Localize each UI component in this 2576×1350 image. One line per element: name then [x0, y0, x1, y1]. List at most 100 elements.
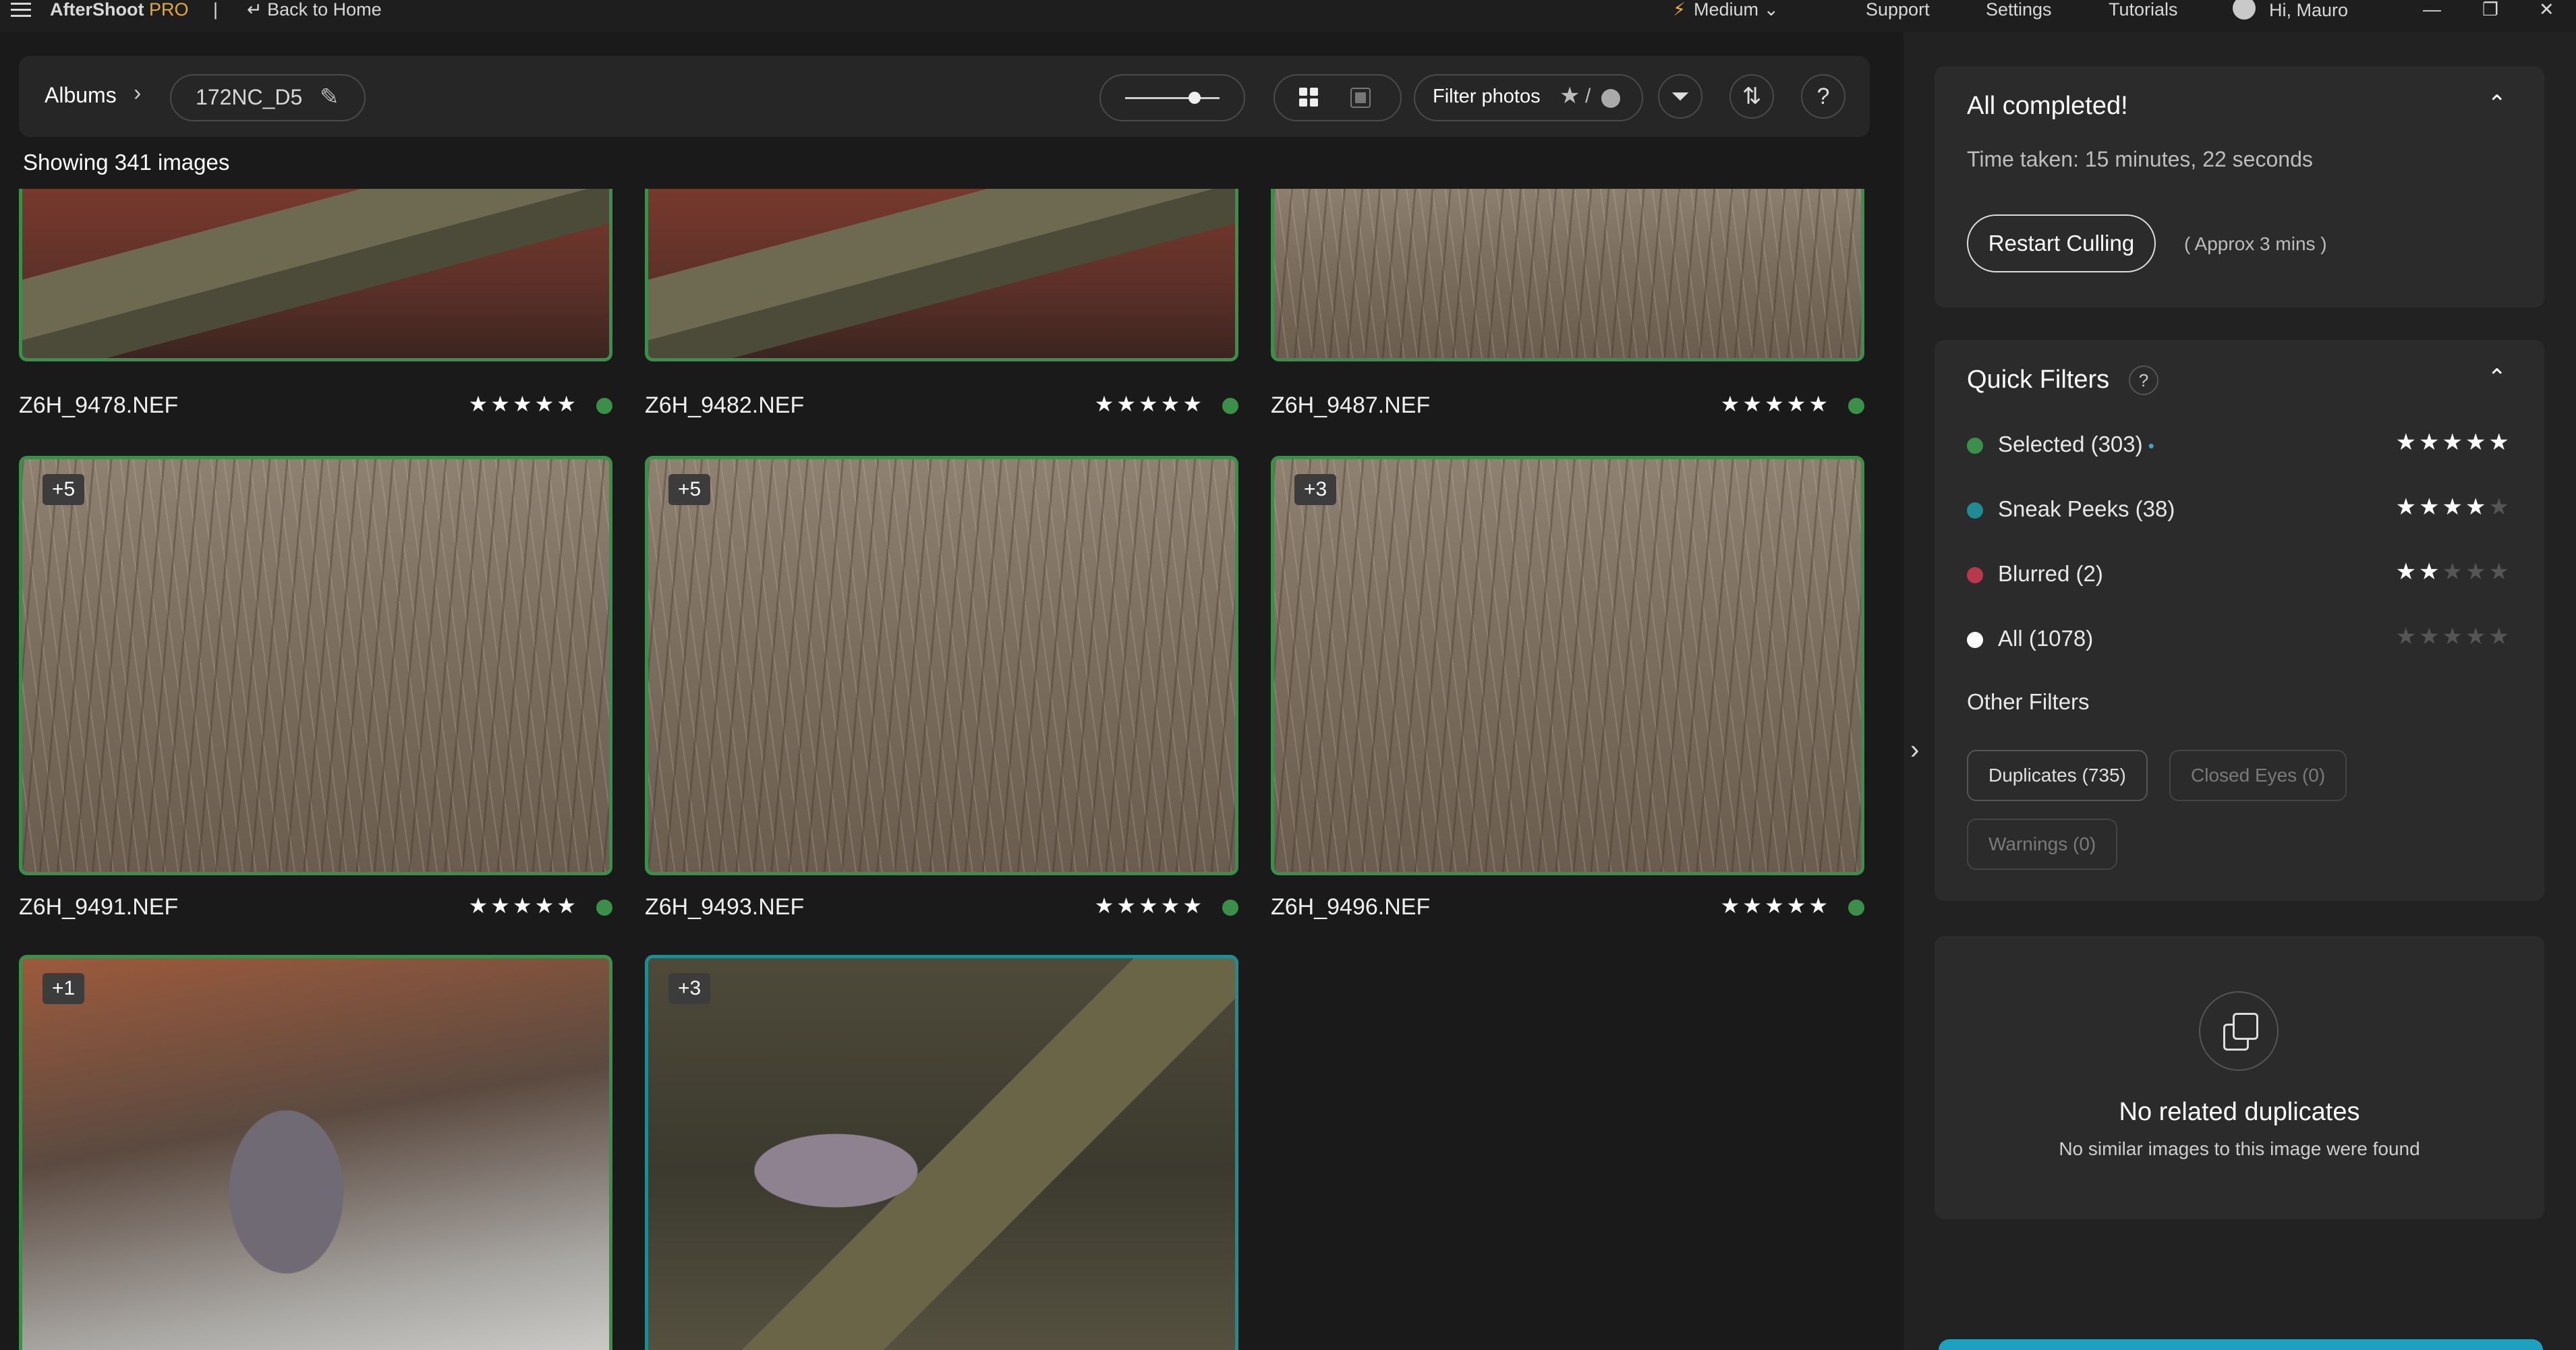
user-menu[interactable]: Hi, Mauro: [2233, 0, 2348, 23]
stack-count-badge: +5: [668, 474, 711, 505]
title-separator: |: [213, 0, 219, 20]
closed-eyes-filter-chip[interactable]: Closed Eyes (0): [2169, 750, 2347, 801]
close-icon[interactable]: ✕: [2539, 0, 2554, 19]
photo-thumbnail[interactable]: [19, 189, 612, 361]
color-dot-icon: [1601, 89, 1620, 108]
collapse-panel-icon[interactable]: ›: [1910, 735, 1919, 765]
white-dot-icon: [1967, 632, 1983, 648]
chevron-up-icon[interactable]: ⌃: [2488, 90, 2507, 117]
selected-dot: [596, 900, 612, 916]
teal-dot-icon: [1967, 502, 1983, 519]
toolbar: Albums › 172NC_D5 ✎ Filter photos ★ / ⏷ …: [19, 56, 1870, 137]
photo-thumbnail[interactable]: +1: [19, 955, 612, 1350]
rating-stars: ★★★★★: [2395, 559, 2512, 585]
stack-count-badge: +5: [42, 474, 85, 505]
pencil-icon[interactable]: ✎: [320, 84, 339, 111]
filter-selected[interactable]: Selected (303) • ★★★★★: [1967, 429, 2512, 463]
single-view-icon[interactable]: [1350, 88, 1371, 108]
rating-stars: ★★★★★: [2395, 624, 2512, 649]
mode-dropdown[interactable]: ⚡ Medium ⌄: [1673, 0, 1779, 19]
help-icon[interactable]: ?: [1801, 74, 1845, 119]
photo-grid: Z6H_9478.NEF ★★★★★ Z6H_9482.NEF ★★★★★ Z6…: [0, 189, 1882, 1350]
culling-status-card: All completed! ⌃ Time taken: 15 minutes,…: [1935, 66, 2544, 307]
selected-dot: [1848, 900, 1864, 916]
duplicates-filter-chip[interactable]: Duplicates (735): [1967, 750, 2148, 801]
photo-rating[interactable]: ★★★★★: [1095, 391, 1205, 417]
active-indicator-icon: •: [2148, 436, 2154, 456]
sort-icon[interactable]: ⇅: [1729, 74, 1774, 119]
photo-filename: Z6H_9493.NEF: [645, 894, 805, 920]
stack-count-badge: +3: [668, 973, 711, 1004]
photo-thumbnail[interactable]: [645, 189, 1238, 361]
star-icon: ★: [1559, 83, 1580, 109]
lightning-icon: ⚡: [1673, 0, 1686, 20]
selected-dot: [1848, 398, 1864, 414]
return-icon: ↵: [247, 0, 268, 20]
selected-dot: [596, 398, 612, 414]
no-duplicates-title: No related duplicates: [2119, 1098, 2360, 1126]
chevron-up-icon[interactable]: ⌃: [2488, 364, 2507, 391]
tutorials-link[interactable]: Tutorials: [2109, 0, 2178, 19]
filter-photos-button[interactable]: Filter photos ★ /: [1414, 74, 1643, 121]
stack-count-badge: +3: [1294, 474, 1337, 505]
photo-rating[interactable]: ★★★★★: [469, 893, 579, 918]
slider-track: [1125, 97, 1220, 99]
restore-icon[interactable]: ❐: [2482, 0, 2498, 19]
chevron-down-icon: ⌄: [1758, 0, 1779, 20]
title-bar: AfterShoot PRO | ↵ Back to Home ⚡ Medium …: [0, 0, 2576, 32]
stack-count-badge: +1: [42, 973, 85, 1004]
photo-thumbnail[interactable]: +3: [1271, 456, 1864, 875]
photo-filename: Z6H_9491.NEF: [19, 894, 179, 920]
selected-dot: [1222, 900, 1238, 916]
slider-handle[interactable]: [1189, 92, 1201, 104]
green-dot-icon: [1967, 438, 1983, 454]
warnings-filter-chip[interactable]: Warnings (0): [1967, 819, 2118, 870]
duplicates-icon: [2199, 991, 2279, 1071]
support-link[interactable]: Support: [1866, 0, 1930, 19]
filter-all[interactable]: All (1078) ★★★★★: [1967, 623, 2512, 657]
duplicates-card: No related duplicates No similar images …: [1935, 936, 2544, 1219]
minimize-icon[interactable]: —: [2423, 0, 2441, 19]
chevron-right-icon: ›: [134, 80, 142, 106]
rating-stars: ★★★★★: [2395, 430, 2512, 455]
photo-filename: Z6H_9487.NEF: [1271, 392, 1431, 418]
funnel-icon[interactable]: ⏷: [1658, 74, 1702, 119]
other-filters-title: Other Filters: [1967, 689, 2090, 714]
back-to-home-link[interactable]: ↵ Back to Home: [247, 0, 382, 19]
red-dot-icon: [1967, 567, 1983, 583]
photo-rating[interactable]: ★★★★★: [1721, 893, 1831, 918]
approx-time: ( Approx 3 mins ): [2184, 233, 2327, 254]
photo-rating[interactable]: ★★★★★: [469, 391, 579, 417]
album-name: 172NC_D5: [196, 85, 303, 109]
help-icon[interactable]: ?: [2129, 365, 2158, 395]
breadcrumb-albums[interactable]: Albums: [45, 83, 117, 108]
settings-link[interactable]: Settings: [1986, 0, 2052, 19]
quick-filters-card: Quick Filters ? ⌃ Selected (303) • ★★★★★ …: [1935, 340, 2544, 901]
avatar: [2233, 0, 2256, 20]
rating-stars: ★★★★★: [2395, 494, 2512, 520]
bottom-action-button[interactable]: [1939, 1339, 2543, 1350]
photo-thumbnail[interactable]: +3: [645, 955, 1238, 1350]
app-brand: AfterShoot PRO: [50, 0, 189, 20]
photo-rating[interactable]: ★★★★★: [1095, 893, 1205, 918]
grid-view-icon[interactable]: [1299, 88, 1319, 108]
photo-thumbnail[interactable]: [1271, 189, 1864, 361]
photo-rating[interactable]: ★★★★★: [1721, 391, 1831, 417]
restart-culling-button[interactable]: Restart Culling: [1967, 214, 2156, 272]
thumbnail-size-slider[interactable]: [1099, 74, 1245, 121]
quick-filters-title: Quick Filters: [1967, 365, 2110, 394]
photo-filename: Z6H_9496.NEF: [1271, 894, 1431, 920]
photo-thumbnail[interactable]: +5: [645, 456, 1238, 875]
album-name-pill[interactable]: 172NC_D5 ✎: [170, 74, 366, 121]
image-count: Showing 341 images: [23, 150, 230, 175]
no-duplicates-subtitle: No similar images to this image were fou…: [2059, 1138, 2420, 1159]
menu-icon[interactable]: [11, 3, 31, 17]
time-taken: Time taken: 15 minutes, 22 seconds: [1967, 147, 2313, 171]
selected-dot: [1222, 398, 1238, 414]
filter-blurred[interactable]: Blurred (2) ★★★★★: [1967, 558, 2512, 592]
view-toggle: [1273, 74, 1402, 121]
filter-sneak-peeks[interactable]: Sneak Peeks (38) ★★★★★: [1967, 494, 2512, 527]
photo-thumbnail[interactable]: +5: [19, 456, 612, 875]
photo-filename: Z6H_9482.NEF: [645, 392, 805, 418]
photo-filename: Z6H_9478.NEF: [19, 392, 179, 418]
